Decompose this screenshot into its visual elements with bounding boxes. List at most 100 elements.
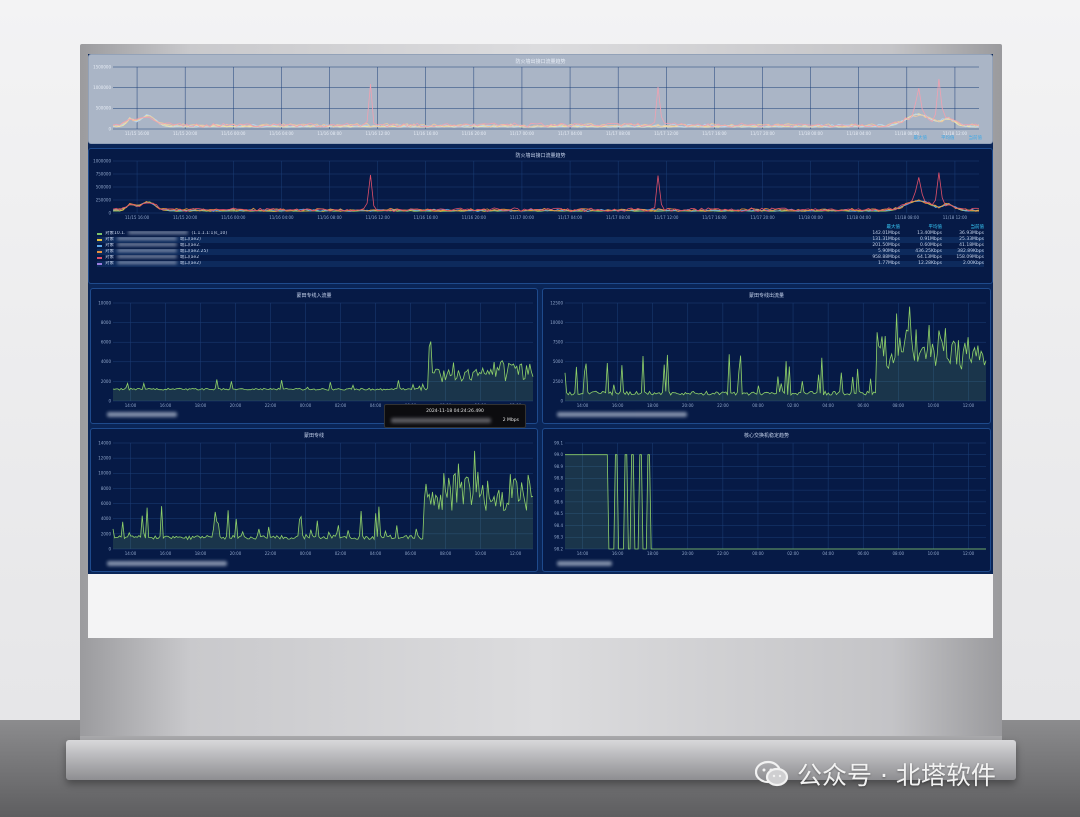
core-switch-panel: 核心交换机稳定趋势 99.1 99.0 98.9 98.8 98.7 98.6 98.5 98…: [542, 428, 991, 572]
y-tick-label: 5000: [553, 359, 564, 364]
legend-name-tail: 端口(ae2): [180, 261, 201, 266]
x-tick-label: 16:00: [160, 551, 172, 556]
x-tick-label: 11/15 16:00: [125, 131, 150, 136]
legend-name-tail: 端口(ae2: [180, 255, 200, 260]
series-line: [112, 114, 980, 128]
legend-cur-value: 2.00Kbps: [962, 261, 984, 266]
y-tick-label: 4000: [101, 359, 112, 364]
x-tick-label: 18:00: [647, 551, 659, 556]
x-tick-label: 11/18 00:00: [798, 215, 823, 220]
redacted-series: [391, 418, 491, 423]
x-tick-label: 11/16 04:00: [269, 215, 294, 220]
x-tick-label: 11/18 08:00: [895, 215, 920, 220]
y-tick-label: 250000: [96, 197, 112, 202]
legend-name-prefix: 对象: [105, 255, 114, 260]
core-switch-chart: 99.1 99.0 98.9 98.8 98.7 98.6 98.5 98.4 98.3 98.2…: [554, 440, 986, 556]
tooltip-date: 2024-11-18 04:24:26.490: [426, 409, 484, 414]
x-tick-label: 02:00: [335, 551, 347, 556]
y-tick-label: 4000: [101, 516, 112, 521]
x-tick-label: 11/18 12:00: [943, 215, 968, 220]
y-tick-label: 12500: [550, 300, 563, 305]
series-line: [112, 79, 980, 128]
y-tick-label: 750000: [96, 171, 112, 176]
legend-swatch: [97, 263, 102, 265]
y-tick-label: 7500: [553, 340, 564, 345]
y-tick-label: 12000: [98, 456, 111, 461]
x-tick-label: 18:00: [195, 403, 207, 408]
x-tick-label: 11/17 20:00: [750, 215, 775, 220]
redacted-legend: [107, 561, 227, 566]
x-tick-label: 00:00: [300, 551, 312, 556]
x-tick-label: 10:00: [475, 551, 487, 556]
y-tick-label: 98.4: [554, 523, 563, 528]
x-tick-label: 11/16 16:00: [414, 215, 439, 220]
x-tick-label: 11/17 12:00: [654, 215, 679, 220]
redacted-text: [117, 261, 177, 264]
x-tick-label: 10:00: [928, 403, 940, 408]
y-tick-label: 1500000: [93, 64, 111, 69]
dedicated-line-chart: 14000 12000 10000 8000 6000 4000 2000 0 14:00 16:…: [98, 440, 534, 556]
x-tick-label: 12:00: [963, 403, 975, 408]
x-tick-label: 22:00: [717, 551, 729, 556]
x-tick-label: 11/16 04:00: [269, 131, 294, 136]
y-tick-label: 99.0: [554, 452, 563, 457]
firewall-traffic-panel: 防火墙出接口流量趋势 1000000 750000 500000 250000 0 11/…: [88, 148, 993, 284]
x-tick-label: 16:00: [160, 403, 172, 408]
y-tick-label: 98.8: [554, 476, 563, 481]
y-tick-label: 6000: [101, 340, 112, 345]
redacted-legend: [557, 412, 687, 417]
x-tick-label: 11/16 20:00: [462, 131, 487, 136]
series-line-area: [113, 341, 533, 401]
legend-header-avg: 平均值: [941, 136, 955, 141]
x-tick-label: 20:00: [230, 403, 242, 408]
x-tick-label: 11/17 04:00: [558, 215, 583, 220]
x-tick-label: 02:00: [787, 403, 799, 408]
legend-max-value: 1.77Mbps: [878, 261, 900, 266]
dedicated-line-panel: 蒙田专线 14000 12000 10000 8000 6000 4000 2000 0 14:…: [90, 428, 538, 572]
y-tick-label: 0: [108, 126, 111, 131]
monitoring-dashboard: 防火墙出接口流量趋势 1500000 1000000 500000 0 11/15 16…: [88, 54, 993, 574]
series-line-area: [113, 450, 533, 549]
firewall-traffic-chart-faded: 1500000 1000000 500000 0 11/15 16:00 11/15 20…: [93, 64, 980, 136]
wechat-icon: [755, 760, 789, 788]
legend-name-prefix: 对象: [105, 237, 114, 242]
x-tick-label: 10:00: [928, 551, 940, 556]
redacted-text: [117, 255, 177, 258]
x-tick-label: 08:00: [893, 551, 905, 556]
legend-name-tail: 端口(ae2.: [180, 243, 201, 248]
legend-name-tail: (1.1.1.1:1)s_10): [191, 231, 228, 236]
x-tick-label: 11/16 08:00: [317, 215, 342, 220]
legend-name-prefix: 对象: [105, 249, 114, 254]
x-tick-label: 16:00: [612, 403, 624, 408]
y-tick-label: 10000: [98, 300, 111, 305]
y-tick-label: 2000: [101, 379, 112, 384]
x-tick-label: 14:00: [577, 551, 589, 556]
watermark-text: 公众号 · 北塔软件: [797, 761, 996, 790]
x-tick-label: 20:00: [682, 403, 694, 408]
x-tick-label: 14:00: [125, 403, 137, 408]
outbound-traffic-chart: 12500 10000 7500 5000 2500 0 14:00 16:00 18:00 20…: [550, 300, 987, 408]
x-tick-label: 11/17 00:00: [510, 215, 535, 220]
legend-name-tail: 端口(ae2.25): [180, 249, 209, 254]
y-tick-label: 2000: [101, 531, 112, 536]
x-tick-label: 11/17 12:00: [654, 131, 679, 136]
tooltip-value: 2 Mbps: [502, 418, 519, 423]
x-tick-label: 11/18 04:00: [847, 131, 872, 136]
series-line: [112, 172, 980, 213]
x-tick-label: 04:00: [822, 403, 834, 408]
redacted-legend: [107, 412, 177, 417]
x-tick-label: 11/16 00:00: [221, 215, 246, 220]
x-tick-label: 06:00: [857, 551, 869, 556]
legend-swatch: [97, 239, 102, 241]
legend-avg-value: 12.28Kbps: [918, 261, 942, 266]
x-tick-label: 00:00: [752, 403, 764, 408]
y-tick-label: 0: [108, 210, 111, 215]
watermark: 公众号 · 北塔软件: [755, 757, 996, 791]
legend-row: 对象 端口(ae2) 1.77Mbps 12.28Kbps 2.00Kbps: [97, 261, 984, 267]
legend-swatch: [97, 257, 102, 259]
x-tick-label: 04:00: [370, 551, 382, 556]
series-line-area: [565, 306, 986, 401]
y-tick-label: 500000: [96, 106, 112, 111]
x-tick-label: 11/16 16:00: [414, 131, 439, 136]
y-tick-label: 0: [108, 398, 111, 403]
